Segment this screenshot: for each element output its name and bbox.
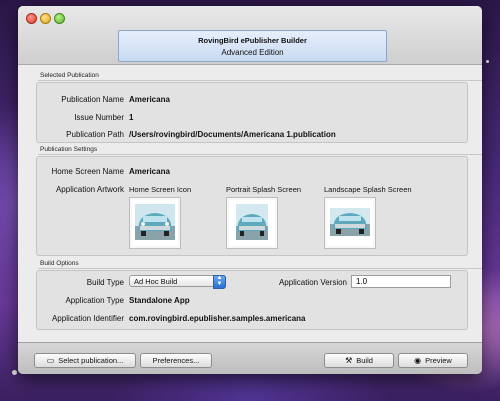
application-type-label: Application Type <box>65 296 124 305</box>
application-artwork-label: Application Artwork <box>55 185 124 194</box>
application-version-label: Application Version <box>278 278 347 287</box>
build-type-label: Build Type <box>86 278 124 287</box>
section-title-selected-publication: Selected Publication <box>40 72 99 79</box>
section-title-publication-settings: Publication Settings <box>40 146 98 153</box>
application-identifier-label: Application Identifier <box>51 314 124 323</box>
issue-number-value: 1 <box>129 113 134 122</box>
application-version-field[interactable] <box>351 275 451 288</box>
publication-path-value: /Users/rovingbird/Documents/Americana 1.… <box>129 130 336 139</box>
app-title: RovingBird ePublisher Builder <box>198 36 307 45</box>
landscape-splash-well[interactable] <box>324 197 376 249</box>
folder-icon: ▭ <box>46 356 55 365</box>
divider <box>38 80 482 81</box>
app-edition: Advanced Edition <box>221 48 284 57</box>
app-window: RovingBird ePublisher Builder Advanced E… <box>18 6 482 374</box>
portrait-splash-label: Portrait Splash Screen <box>226 185 302 194</box>
publication-path-label: Publication Path <box>66 130 124 139</box>
preview-button[interactable]: ◉ Preview <box>398 353 468 368</box>
hammer-icon: ⚒ <box>345 356 353 365</box>
build-type-value: Ad Hoc Build <box>134 277 178 286</box>
close-button[interactable] <box>26 13 37 24</box>
build-label: Build <box>356 356 373 365</box>
publication-name-value: Americana <box>129 95 170 104</box>
select-publication-button[interactable]: ▭ Select publication... <box>34 353 136 368</box>
home-screen-icon-well[interactable] <box>129 197 181 249</box>
landscape-splash-label: Landscape Splash Screen <box>324 185 412 194</box>
title-bar: RovingBird ePublisher Builder Advanced E… <box>18 6 482 65</box>
bottom-toolbar: ▭ Select publication... Preferences... ⚒ B… <box>18 342 482 374</box>
select-publication-label: Select publication... <box>58 356 124 365</box>
application-type-value: Standalone App <box>129 296 190 305</box>
build-button[interactable]: ⚒ Build <box>324 353 394 368</box>
preview-label: Preview <box>425 356 452 365</box>
app-header: RovingBird ePublisher Builder Advanced E… <box>118 30 387 62</box>
divider <box>38 268 482 269</box>
publication-name-label: Publication Name <box>61 95 124 104</box>
zoom-button[interactable] <box>54 13 65 24</box>
home-screen-icon-label: Home Screen Icon <box>129 185 192 194</box>
home-screen-name-value: Americana <box>129 167 170 176</box>
preferences-button[interactable]: Preferences... <box>140 353 212 368</box>
preferences-label: Preferences... <box>152 356 200 365</box>
stepper-arrows-icon: ▲ ▼ <box>213 275 226 289</box>
section-title-build-options: Build Options <box>40 260 79 267</box>
portrait-splash-well[interactable] <box>226 197 278 249</box>
car-image <box>135 204 175 240</box>
star-sparkle <box>12 370 17 375</box>
car-image <box>232 204 272 240</box>
minimize-button[interactable] <box>40 13 51 24</box>
star-sparkle <box>486 60 489 63</box>
eye-icon: ◉ <box>414 356 422 365</box>
issue-number-label: Issue Number <box>74 113 124 122</box>
divider <box>38 154 482 155</box>
car-image <box>330 204 370 240</box>
application-identifier-value: com.rovingbird.epublisher.samples.americ… <box>129 314 306 323</box>
home-screen-name-label: Home Screen Name <box>51 167 124 176</box>
build-type-select[interactable]: Ad Hoc Build ▲ ▼ <box>129 275 226 289</box>
